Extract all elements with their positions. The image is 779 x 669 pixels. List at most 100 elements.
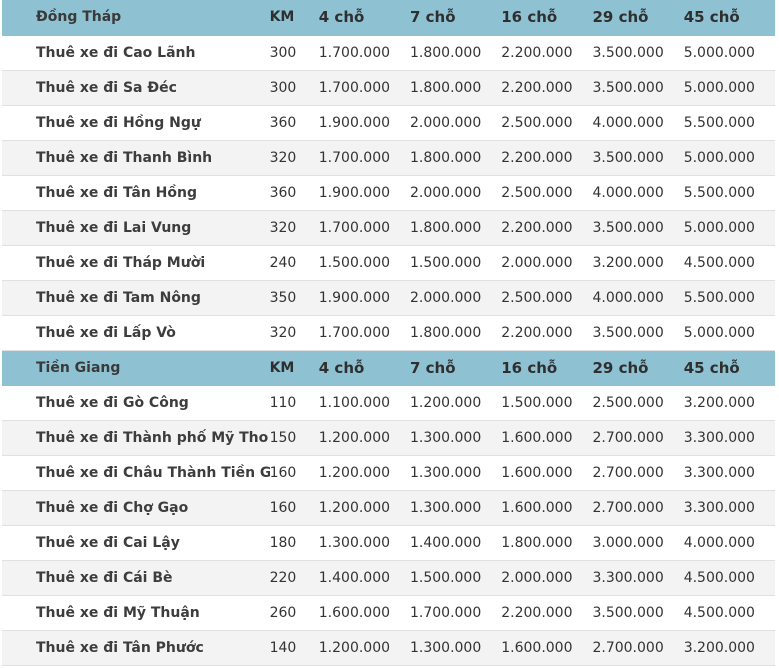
price-cell: 2.000.000 xyxy=(501,560,593,596)
route-km: 180 xyxy=(269,525,319,561)
seat-header: 29 chỗ xyxy=(592,350,684,386)
price-cell: 5.000.000 xyxy=(683,210,775,246)
table-row: Thuê xe đi Tháp Mười 240 1.500.000 1.500.00… xyxy=(2,245,775,281)
route-name: Thuê xe đi Hồng Ngự xyxy=(2,105,270,141)
route-km: 220 xyxy=(269,560,319,596)
price-cell: 1.600.000 xyxy=(318,595,410,631)
table-row: Thuê xe đi Lấp Vò 320 1.700.000 1.800.000 2.… xyxy=(2,315,775,351)
km-header: KM xyxy=(269,0,319,36)
price-cell: 1.200.000 xyxy=(318,630,410,666)
price-cell: 3.500.000 xyxy=(592,210,684,246)
price-cell: 3.200.000 xyxy=(592,245,684,281)
price-cell: 1.900.000 xyxy=(318,280,410,316)
price-cell: 3.000.000 xyxy=(592,525,684,561)
table-row: Thuê xe đi Tam Nông 350 1.900.000 2.000.000… xyxy=(2,280,775,316)
price-cell: 5.000.000 xyxy=(683,35,775,71)
price-cell: 1.700.000 xyxy=(410,595,502,631)
price-cell: 2.200.000 xyxy=(501,70,593,106)
route-km: 320 xyxy=(269,210,319,246)
price-cell: 2.200.000 xyxy=(501,315,593,351)
price-cell: 5.000.000 xyxy=(683,140,775,176)
route-name: Thuê xe đi Tam Nông xyxy=(2,280,270,316)
price-cell: 3.500.000 xyxy=(592,70,684,106)
route-km: 140 xyxy=(269,630,319,666)
route-km: 360 xyxy=(269,105,319,141)
price-cell: 1.800.000 xyxy=(501,525,593,561)
price-cell: 3.200.000 xyxy=(683,630,775,666)
route-km: 260 xyxy=(269,595,319,631)
price-cell: 1.800.000 xyxy=(410,315,502,351)
route-km: 360 xyxy=(269,175,319,211)
route-name: Thuê xe đi Cao Lãnh xyxy=(2,35,270,71)
table-row: Thuê xe đi Chợ Gạo 160 1.200.000 1.300.000 1… xyxy=(2,490,775,526)
route-name: Thuê xe đi Cai Lậy xyxy=(2,525,270,561)
seat-header: 4 chỗ xyxy=(318,350,410,386)
price-cell: 1.300.000 xyxy=(318,525,410,561)
table-row: Thuê xe đi Hồng Ngự 360 1.900.000 2.000.000… xyxy=(2,105,775,141)
route-name: Thuê xe đi Châu Thành Tiền Giang xyxy=(2,455,270,491)
price-cell: 2.700.000 xyxy=(592,455,684,491)
route-km: 300 xyxy=(269,70,319,106)
price-cell: 1.800.000 xyxy=(410,210,502,246)
price-cell: 3.500.000 xyxy=(592,315,684,351)
route-km: 320 xyxy=(269,140,319,176)
route-name: Thuê xe đi Thành phố Mỹ Tho xyxy=(2,420,270,456)
price-cell: 2.000.000 xyxy=(501,245,593,281)
price-cell: 2.200.000 xyxy=(501,140,593,176)
price-cell: 1.400.000 xyxy=(318,560,410,596)
price-cell: 2.700.000 xyxy=(592,630,684,666)
price-cell: 2.200.000 xyxy=(501,35,593,71)
price-cell: 1.300.000 xyxy=(410,420,502,456)
price-table: Đồng Tháp KM 4 chỗ 7 chỗ 16 chỗ 29 chỗ 45 chỗ T… xyxy=(2,0,775,666)
price-cell: 1.700.000 xyxy=(318,140,410,176)
route-name: Thuê xe đi Tân Phước xyxy=(2,630,270,666)
route-name: Thuê xe đi Mỹ Thuận xyxy=(2,595,270,631)
price-cell: 1.900.000 xyxy=(318,175,410,211)
route-name: Thuê xe đi Tháp Mười xyxy=(2,245,270,281)
price-cell: 3.500.000 xyxy=(592,140,684,176)
price-cell: 3.500.000 xyxy=(592,595,684,631)
section-header-row: Đồng Tháp KM 4 chỗ 7 chỗ 16 chỗ 29 chỗ 45 chỗ xyxy=(2,0,775,36)
price-cell: 3.300.000 xyxy=(683,455,775,491)
route-km: 320 xyxy=(269,315,319,351)
section-title: Đồng Tháp xyxy=(2,0,270,36)
price-cell: 2.000.000 xyxy=(410,280,502,316)
seat-header: 7 chỗ xyxy=(410,0,502,36)
price-cell: 4.500.000 xyxy=(683,560,775,596)
seat-header: 7 chỗ xyxy=(410,350,502,386)
route-km: 160 xyxy=(269,490,319,526)
price-cell: 1.800.000 xyxy=(410,140,502,176)
price-cell: 1.900.000 xyxy=(318,105,410,141)
route-name: Thuê xe đi Lai Vung xyxy=(2,210,270,246)
table-row: Thuê xe đi Cái Bè 220 1.400.000 1.500.000 2.… xyxy=(2,560,775,596)
price-cell: 1.800.000 xyxy=(410,35,502,71)
route-km: 160 xyxy=(269,455,319,491)
table-row: Thuê xe đi Mỹ Thuận 260 1.600.000 1.700.000… xyxy=(2,595,775,631)
price-cell: 1.500.000 xyxy=(410,245,502,281)
price-cell: 1.700.000 xyxy=(318,70,410,106)
price-cell: 1.500.000 xyxy=(410,560,502,596)
price-cell: 1.200.000 xyxy=(318,420,410,456)
price-cell: 3.200.000 xyxy=(683,385,775,421)
price-table-body: Đồng Tháp KM 4 chỗ 7 chỗ 16 chỗ 29 chỗ 45 chỗ T… xyxy=(2,0,775,666)
price-cell: 3.300.000 xyxy=(683,490,775,526)
price-cell: 2.200.000 xyxy=(501,210,593,246)
price-cell: 2.000.000 xyxy=(410,105,502,141)
seat-header: 29 chỗ xyxy=(592,0,684,36)
table-row: Thuê xe đi Cai Lậy 180 1.300.000 1.400.000 1… xyxy=(2,525,775,561)
route-km: 150 xyxy=(269,420,319,456)
route-name: Thuê xe đi Gò Công xyxy=(2,385,270,421)
price-cell: 1.200.000 xyxy=(318,490,410,526)
route-km: 350 xyxy=(269,280,319,316)
price-cell: 2.500.000 xyxy=(592,385,684,421)
price-cell: 1.500.000 xyxy=(318,245,410,281)
route-km: 240 xyxy=(269,245,319,281)
price-cell: 5.000.000 xyxy=(683,70,775,106)
price-cell: 4.500.000 xyxy=(683,595,775,631)
route-km: 300 xyxy=(269,35,319,71)
price-cell: 5.000.000 xyxy=(683,315,775,351)
price-cell: 2.500.000 xyxy=(501,175,593,211)
section-title: Tiền Giang xyxy=(2,350,270,386)
price-cell: 2.500.000 xyxy=(501,280,593,316)
price-cell: 3.300.000 xyxy=(683,420,775,456)
